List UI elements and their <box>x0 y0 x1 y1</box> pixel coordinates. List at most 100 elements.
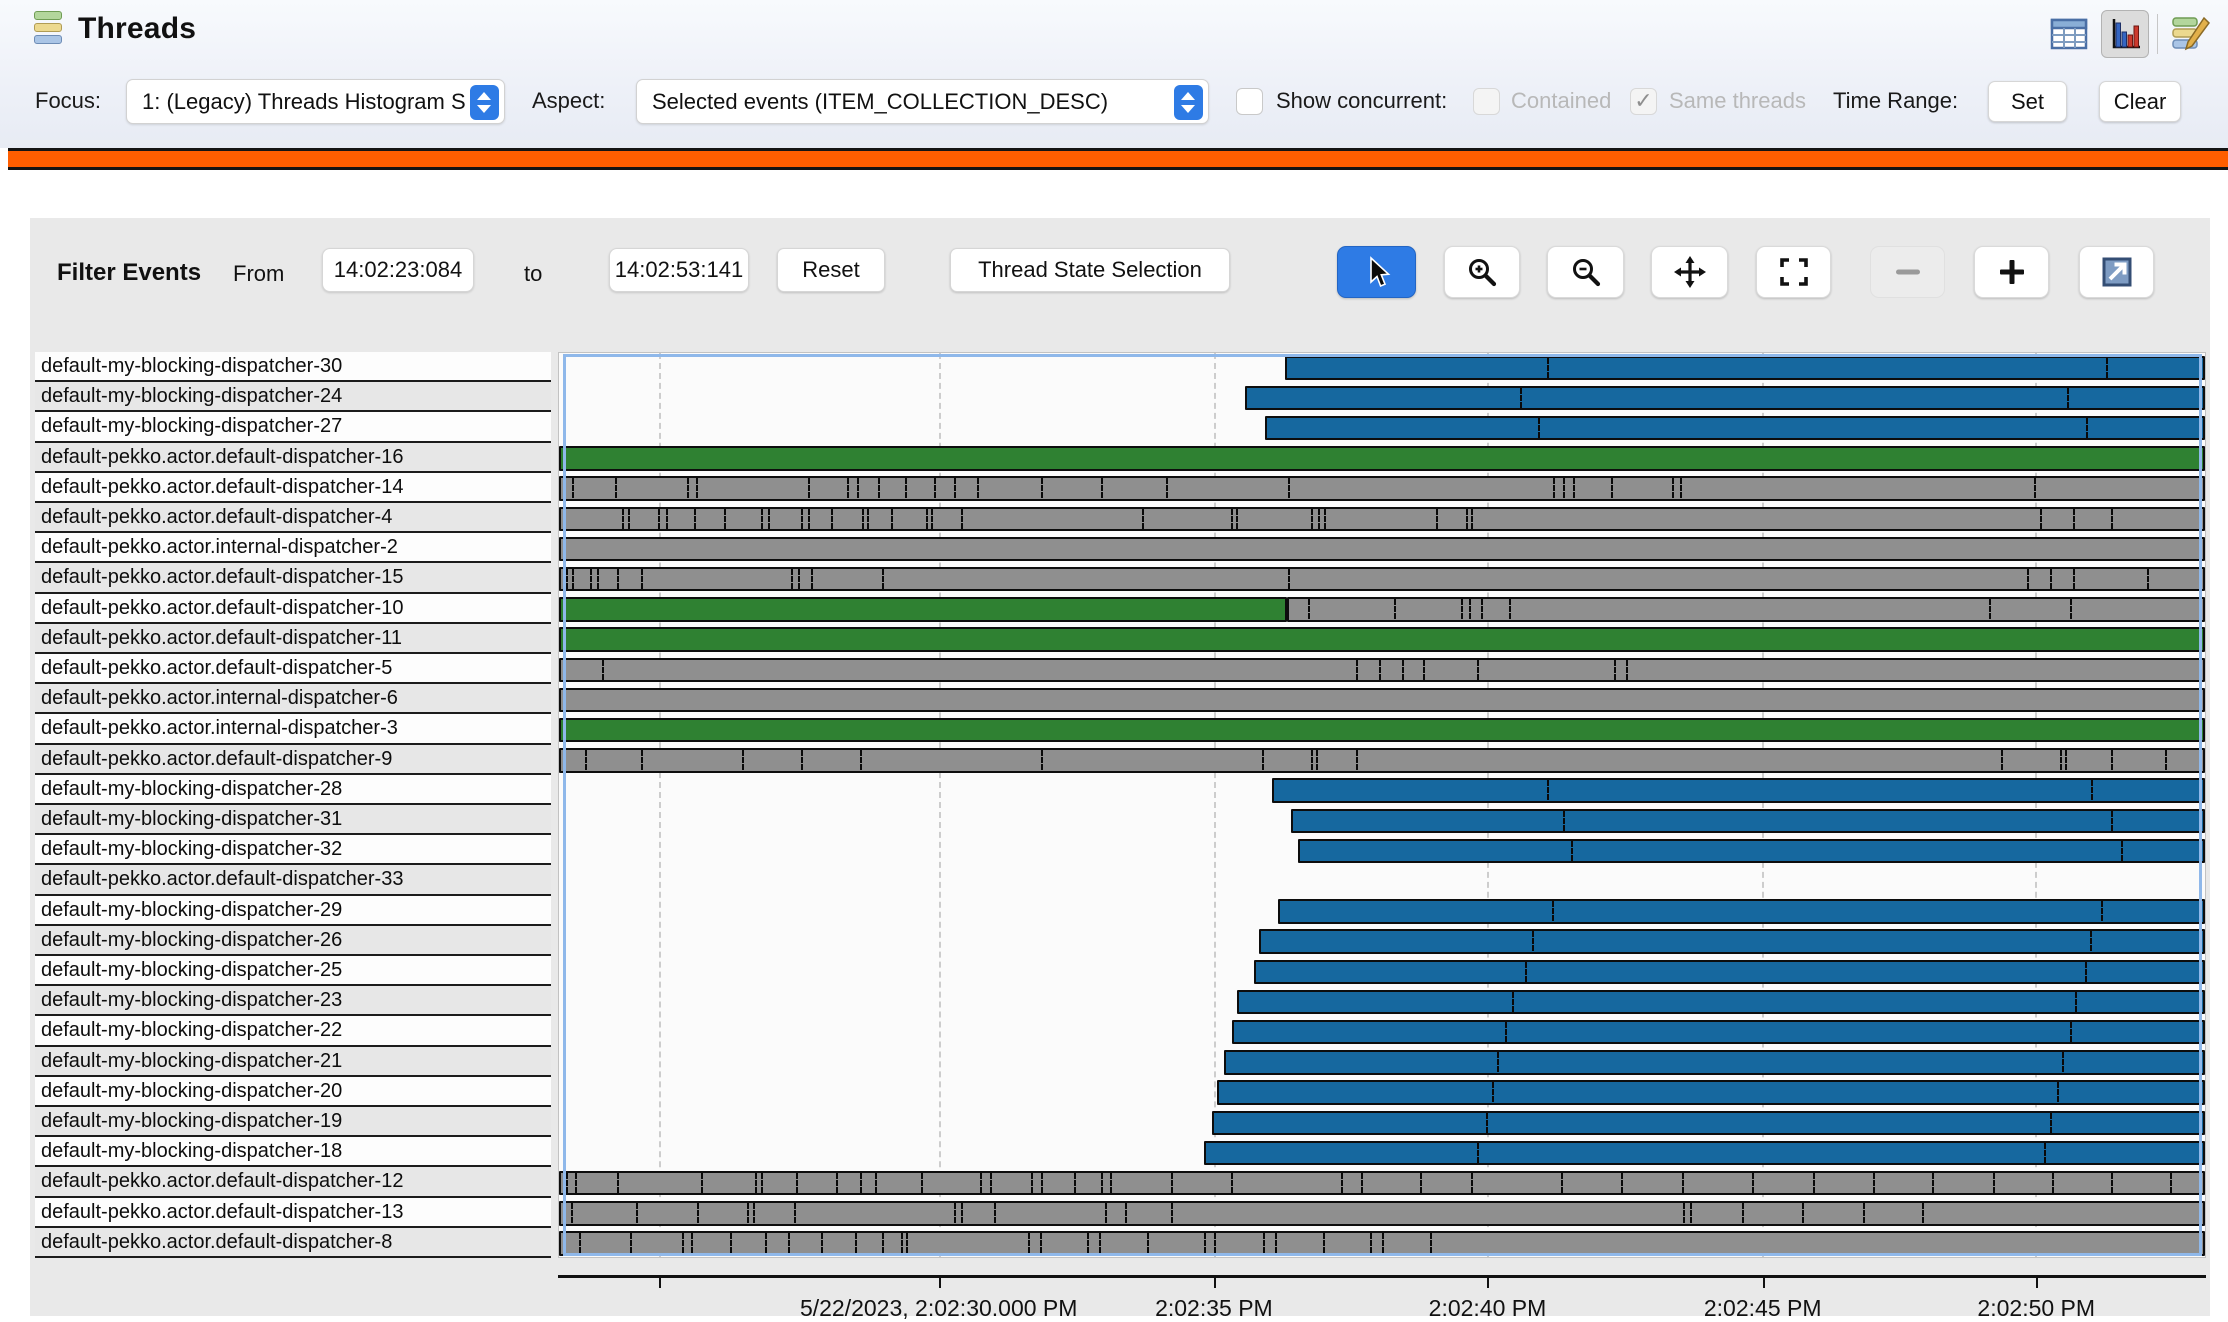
event-tick <box>572 478 575 499</box>
thread-label[interactable]: default-pekko.actor.default-dispatcher-1… <box>35 563 551 594</box>
reset-button[interactable]: Reset <box>777 248 885 292</box>
thread-label[interactable]: default-my-blocking-dispatcher-23 <box>35 986 551 1017</box>
time-range-set-button[interactable]: Set <box>1988 81 2067 122</box>
histogram-view-button[interactable] <box>2101 10 2149 58</box>
thread-label[interactable]: default-pekko.actor.default-dispatcher-8 <box>35 1227 551 1258</box>
event-tick <box>1110 1172 1113 1193</box>
thread-label[interactable]: default-pekko.actor.default-dispatcher-1… <box>35 1167 551 1198</box>
thread-label[interactable]: default-pekko.actor.default-dispatcher-9 <box>35 744 551 775</box>
same-threads-checkbox[interactable]: ✓ <box>1630 88 1657 115</box>
state-bar-blue[interactable] <box>1245 385 2205 411</box>
state-bar-gray[interactable] <box>559 566 2205 592</box>
bookmarks-edit-button[interactable] <box>2166 10 2214 58</box>
thread-label[interactable]: default-my-blocking-dispatcher-26 <box>35 925 551 956</box>
thread-label[interactable]: default-pekko.actor.internal-dispatcher-… <box>35 533 551 564</box>
event-tick <box>2101 901 2104 922</box>
thread-label[interactable]: default-pekko.actor.default-dispatcher-1… <box>35 593 551 624</box>
state-bar-gray[interactable] <box>559 748 2205 773</box>
state-bar-gray[interactable] <box>559 506 2205 531</box>
event-tick <box>1813 1172 1816 1193</box>
thread-label[interactable]: default-pekko.actor.default-dispatcher-3… <box>35 865 551 896</box>
state-bar-gray[interactable] <box>559 1201 2205 1226</box>
state-bar-blue[interactable] <box>1204 1140 2205 1166</box>
state-bar-green[interactable] <box>559 446 2205 471</box>
thread-label[interactable]: default-my-blocking-dispatcher-21 <box>35 1046 551 1077</box>
to-time-input[interactable] <box>609 248 749 292</box>
focus-label: Focus: <box>35 88 102 113</box>
state-bar-blue[interactable] <box>1258 929 2205 954</box>
state-bar-gray[interactable] <box>559 536 2205 562</box>
thread-label[interactable]: default-pekko.actor.default-dispatcher-1… <box>35 623 551 654</box>
event-tick <box>723 508 726 529</box>
state-bar-blue[interactable] <box>1271 778 2205 803</box>
thread-state-selection-button[interactable]: Thread State Selection <box>950 248 1230 292</box>
time-range-clear-button[interactable]: Clear <box>2099 81 2181 122</box>
event-tick <box>1263 1233 1266 1254</box>
thread-label[interactable]: default-my-blocking-dispatcher-27 <box>35 412 551 443</box>
event-tick <box>697 1203 700 1224</box>
event-tick <box>860 750 863 771</box>
state-bar-green[interactable] <box>559 717 2205 743</box>
thread-label[interactable]: default-pekko.actor.default-dispatcher-1… <box>35 442 551 473</box>
state-bar-gray[interactable] <box>559 687 2205 713</box>
export-button[interactable] <box>2079 246 2154 298</box>
thread-label[interactable]: default-my-blocking-dispatcher-22 <box>35 1016 551 1047</box>
state-bar-blue[interactable] <box>1291 808 2205 833</box>
state-bar-gray[interactable] <box>559 657 2205 682</box>
event-tick <box>693 508 696 529</box>
aspect-select[interactable]: Selected events (ITEM_COLLECTION_DESC) <box>636 79 1209 124</box>
state-bar-green[interactable] <box>559 597 1287 622</box>
event-tick <box>1100 478 1103 499</box>
collapse-rows-button[interactable] <box>1870 246 1945 298</box>
thread-label[interactable]: default-pekko.actor.internal-dispatcher-… <box>35 714 551 745</box>
focus-select[interactable]: 1: (Legacy) Threads Histogram S <box>126 79 505 124</box>
thread-label[interactable]: default-pekko.actor.default-dispatcher-5 <box>35 654 551 685</box>
state-bar-blue[interactable] <box>1278 899 2205 924</box>
event-tick <box>1087 1233 1090 1254</box>
event-tick <box>904 478 907 499</box>
state-bar-blue[interactable] <box>1223 1050 2205 1075</box>
contained-checkbox[interactable] <box>1473 88 1500 115</box>
thread-label[interactable]: default-pekko.actor.internal-dispatcher-… <box>35 684 551 715</box>
fit-to-view-button[interactable] <box>1756 246 1831 298</box>
state-bar-blue[interactable] <box>1298 838 2205 864</box>
thread-label[interactable]: default-my-blocking-dispatcher-32 <box>35 835 551 866</box>
thread-label[interactable]: default-my-blocking-dispatcher-25 <box>35 956 551 987</box>
event-tick <box>1230 1172 1233 1193</box>
event-tick <box>2111 1172 2114 1193</box>
thread-row-track <box>559 504 2205 534</box>
thread-label[interactable]: default-my-blocking-dispatcher-19 <box>35 1107 551 1138</box>
show-concurrent-checkbox[interactable] <box>1236 88 1263 115</box>
thread-label[interactable]: default-my-blocking-dispatcher-28 <box>35 774 551 805</box>
state-bar-blue[interactable] <box>1253 959 2205 984</box>
state-bar-blue[interactable] <box>1237 989 2205 1015</box>
thread-label[interactable]: default-pekko.actor.default-dispatcher-1… <box>35 1197 551 1228</box>
thread-label[interactable]: default-my-blocking-dispatcher-29 <box>35 895 551 926</box>
thread-label[interactable]: default-my-blocking-dispatcher-24 <box>35 382 551 413</box>
state-bar-blue[interactable] <box>1265 415 2205 441</box>
select-tool-button[interactable] <box>1337 246 1416 298</box>
thread-label[interactable]: default-my-blocking-dispatcher-20 <box>35 1076 551 1107</box>
state-bar-gray[interactable] <box>559 1170 2205 1196</box>
state-bar-gray[interactable] <box>1286 597 2205 622</box>
thread-label[interactable]: default-my-blocking-dispatcher-18 <box>35 1137 551 1168</box>
state-bar-blue[interactable] <box>1212 1110 2205 1135</box>
zoom-in-button[interactable] <box>1444 246 1520 298</box>
state-bar-green[interactable] <box>559 627 2205 652</box>
thread-label[interactable]: default-pekko.actor.default-dispatcher-1… <box>35 472 551 503</box>
thread-timeline[interactable] <box>558 352 2206 1258</box>
state-bar-blue[interactable] <box>1232 1019 2205 1045</box>
event-tick <box>741 750 744 771</box>
table-view-button[interactable] <box>2045 10 2093 58</box>
zoom-out-button[interactable] <box>1547 246 1624 298</box>
state-bar-blue[interactable] <box>1284 355 2205 380</box>
thread-row-track <box>559 806 2205 836</box>
pan-tool-button[interactable] <box>1651 246 1728 298</box>
state-bar-gray[interactable] <box>559 476 2205 501</box>
expand-rows-button[interactable] <box>1974 246 2049 298</box>
event-tick <box>847 478 850 499</box>
from-time-input[interactable] <box>322 248 474 292</box>
thread-label[interactable]: default-pekko.actor.default-dispatcher-4 <box>35 503 551 534</box>
thread-label[interactable]: default-my-blocking-dispatcher-31 <box>35 805 551 836</box>
thread-label[interactable]: default-my-blocking-dispatcher-30 <box>35 352 551 383</box>
